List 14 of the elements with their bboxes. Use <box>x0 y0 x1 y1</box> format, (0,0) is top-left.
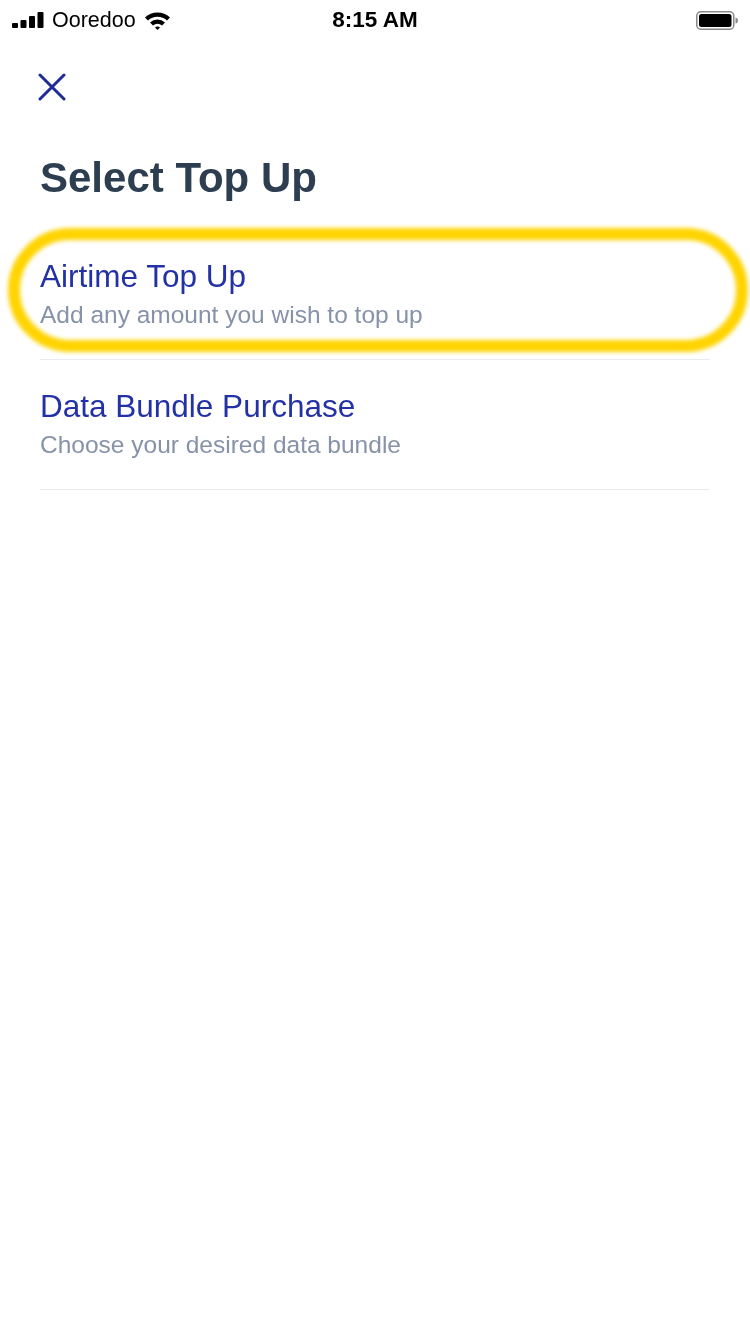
option-title: Data Bundle Purchase <box>40 388 356 424</box>
option-item[interactable]: Data Bundle Purchase Choose your desired data bundle <box>40 360 710 489</box>
signal-bars-icon <box>12 12 44 28</box>
close-icon <box>38 73 66 101</box>
close-button[interactable] <box>38 73 66 101</box>
page-title: Select Top Up <box>40 154 318 202</box>
option-subtitle: Add any amount you wish to top up <box>40 301 423 329</box>
option-subtitle: Choose your desired data bundle <box>40 431 401 459</box>
carrier-name: Ooredoo <box>52 8 136 32</box>
option-item[interactable]: Airtime Top Up Add any amount you wish to top up <box>40 230 710 359</box>
status-time: 8:15 AM <box>332 8 418 32</box>
option-title: Airtime Top Up <box>40 258 246 294</box>
wifi-icon <box>143 10 171 30</box>
battery-icon <box>696 10 738 30</box>
